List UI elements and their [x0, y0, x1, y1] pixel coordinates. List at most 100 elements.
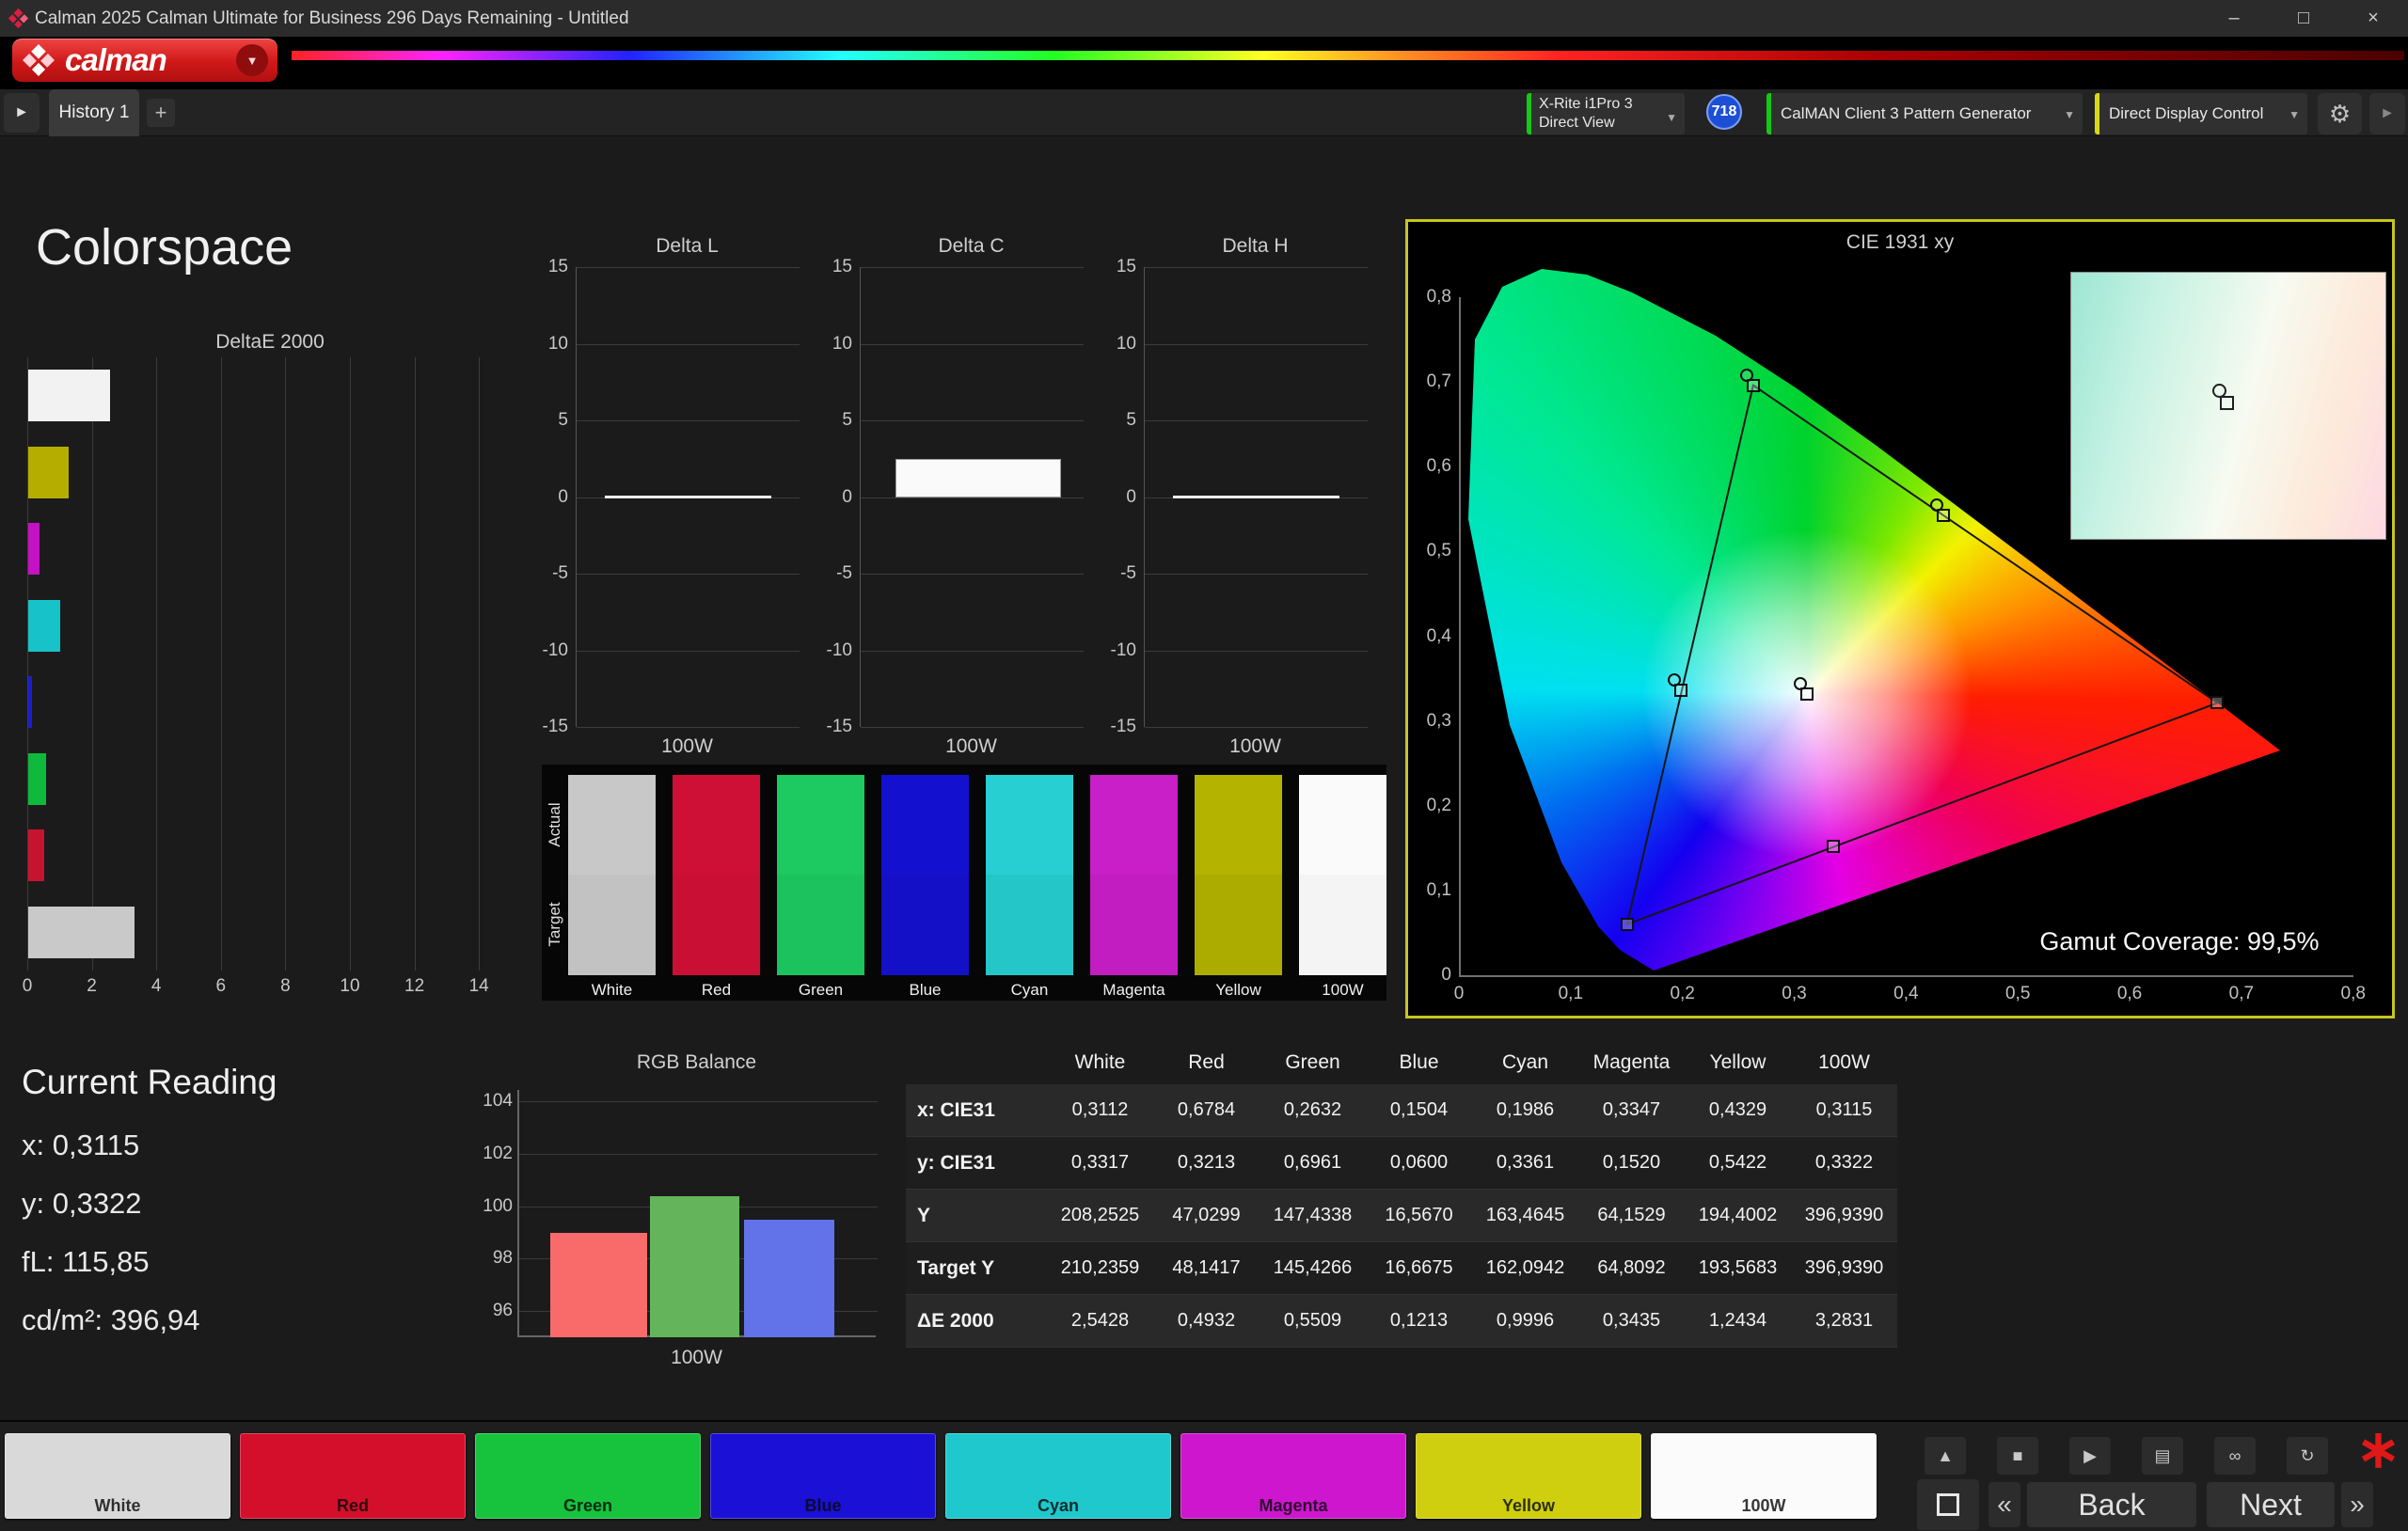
- swatch-actual-color: [568, 775, 656, 875]
- axis-tick-label: 10: [331, 976, 369, 997]
- meter-dropdown[interactable]: X-Rite i1Pro 3 Direct View ▼: [1527, 93, 1685, 134]
- deltae-2000-chart: DeltaE 2000 02468101214: [27, 331, 516, 1008]
- chart-plot-area: 02468101214: [27, 357, 513, 971]
- table-header-cell: Green: [1259, 1041, 1366, 1084]
- tab-history-1[interactable]: History 1: [49, 89, 139, 136]
- actual-row-label: Actual: [546, 782, 564, 867]
- axis-tick-label: 0,8: [2325, 984, 2382, 1004]
- swatch-label: Magenta: [1090, 981, 1178, 1000]
- pattern-button-white[interactable]: White: [5, 1433, 230, 1519]
- cie-1931-chart: CIE 1931 xy Gamut Coverage: 99,5% 00,10,…: [1405, 219, 2395, 1018]
- reading-y: y: 0,3322: [22, 1187, 277, 1221]
- actual-target-swatch-strip: Actual Target WhiteRedGreenBlueCyanMagen…: [542, 765, 1386, 1001]
- nav-panel-button[interactable]: ►: [4, 93, 40, 133]
- deltae-bar-red: [28, 829, 44, 881]
- window-controls: – □ ×: [2199, 0, 2408, 37]
- swatch-label: 100W: [1299, 981, 1386, 1000]
- swatch-target-color: [568, 875, 656, 975]
- table-cell: 16,6675: [1366, 1242, 1472, 1295]
- table-cell: 1,2434: [1685, 1295, 1791, 1348]
- pattern-button-magenta[interactable]: Magenta: [1180, 1433, 1406, 1519]
- deltae-bar-100w: [28, 907, 135, 958]
- save-button[interactable]: ▤: [2142, 1437, 2183, 1475]
- axis-label: 100W: [576, 735, 799, 758]
- settings-button[interactable]: ⚙: [2318, 93, 2362, 134]
- pattern-button-red[interactable]: Red: [240, 1433, 466, 1519]
- pattern-button-label: 100W: [1651, 1496, 1877, 1516]
- chart-title: Delta H: [1144, 235, 1367, 258]
- table-cell: 64,1529: [1578, 1190, 1685, 1242]
- meter-status-badge[interactable]: 718: [1706, 94, 1742, 130]
- unsaved-indicator-icon: ∗: [2356, 1418, 2400, 1480]
- table-cell: 64,8092: [1578, 1242, 1685, 1295]
- arrow-right-icon: ►: [2380, 105, 2395, 122]
- table-cell: 2,5428: [1047, 1295, 1153, 1348]
- table-cell: 0,3213: [1153, 1137, 1259, 1190]
- pattern-generator-dropdown[interactable]: CalMAN Client 3 Pattern Generator ▼: [1766, 93, 2083, 134]
- swatch-actual-color: [1299, 775, 1386, 875]
- back-button[interactable]: Back: [2027, 1482, 2196, 1527]
- collapse-panel-button[interactable]: ►: [2369, 93, 2405, 134]
- pattern-button-100w[interactable]: 100W: [1651, 1433, 1877, 1519]
- rgb-bar-green: [650, 1196, 739, 1337]
- pattern-button-label: Red: [240, 1496, 466, 1516]
- axis-tick-label: 0: [1431, 984, 1487, 1004]
- target-row-label: Target: [546, 882, 564, 967]
- pattern-button-green[interactable]: Green: [475, 1433, 701, 1519]
- pattern-button-label: Green: [475, 1496, 701, 1516]
- display-control-dropdown[interactable]: Direct Display Control ▼: [2095, 93, 2307, 134]
- table-cell: 147,4338: [1259, 1190, 1366, 1242]
- chevron-down-icon: ▼: [246, 54, 259, 68]
- stop-button[interactable]: ■: [1997, 1437, 2038, 1475]
- swatch-100w: 100W: [1299, 775, 1386, 1000]
- maximize-button[interactable]: □: [2269, 0, 2338, 37]
- reading-cdm2: cd/m²: 396,94: [22, 1303, 277, 1337]
- refresh-icon: ↻: [2300, 1446, 2314, 1466]
- swatch-label: Yellow: [1195, 981, 1282, 1000]
- close-button[interactable]: ×: [2338, 0, 2408, 37]
- gridline: [1145, 574, 1368, 575]
- pattern-button-yellow[interactable]: Yellow: [1416, 1433, 1641, 1519]
- add-tab-button[interactable]: +: [147, 99, 175, 127]
- axis-tick-label: 0,5: [1989, 984, 2046, 1004]
- table-cell: 0,1986: [1472, 1084, 1578, 1137]
- swatch-label: Red: [673, 981, 760, 1000]
- table-cell: 0,2632: [1259, 1084, 1366, 1137]
- pattern-button-cyan[interactable]: Cyan: [945, 1433, 1171, 1519]
- axis-tick-label: 0,4: [1877, 984, 1934, 1004]
- gridline: [1145, 344, 1368, 345]
- last-step-button[interactable]: »: [2341, 1482, 2373, 1527]
- chart-title: DeltaE 2000: [27, 331, 513, 354]
- swatch-actual-color: [777, 775, 864, 875]
- pattern-button-label: Yellow: [1416, 1496, 1641, 1516]
- axis-tick-label: -10: [820, 640, 852, 661]
- minimize-button[interactable]: –: [2199, 0, 2269, 37]
- axis-tick-label: 0,7: [2213, 984, 2270, 1004]
- axis-tick-label: 0,6: [2101, 984, 2158, 1004]
- refresh-button[interactable]: ↻: [2287, 1437, 2328, 1475]
- axis-tick-label: -10: [536, 640, 568, 661]
- loop-button[interactable]: ∞: [2214, 1437, 2256, 1475]
- gridline: [156, 357, 157, 971]
- axis-tick-label: 96: [475, 1301, 513, 1321]
- deltae-bar-green: [28, 753, 46, 805]
- pattern-window-button[interactable]: [1917, 1479, 1979, 1530]
- play-button[interactable]: ▶: [2069, 1437, 2111, 1475]
- next-button[interactable]: Next: [2207, 1482, 2335, 1527]
- page-title: Colorspace: [36, 218, 293, 276]
- calman-menu-dropdown[interactable]: ▼: [236, 44, 268, 76]
- gridline: [861, 420, 1084, 421]
- axis-tick-label: 0: [1410, 965, 1451, 986]
- axis-tick-label: 15: [1104, 257, 1136, 277]
- table-row-label: Target Y: [906, 1242, 1047, 1295]
- table-cell: 0,6784: [1153, 1084, 1259, 1137]
- calman-menu-button[interactable]: calman ▼: [12, 39, 277, 82]
- measurement-table: WhiteRedGreenBlueCyanMagentaYellow100Wx:…: [906, 1041, 1897, 1348]
- axis-tick-label: 104: [475, 1091, 513, 1112]
- deltae-bar-yellow: [28, 447, 69, 498]
- table-cell: 16,5670: [1366, 1190, 1472, 1242]
- delta-l-chart: Delta L 100W 151050-5-10-15: [536, 235, 809, 781]
- eject-button[interactable]: ▲: [1925, 1437, 1966, 1475]
- first-step-button[interactable]: «: [1988, 1482, 2020, 1527]
- pattern-button-blue[interactable]: Blue: [710, 1433, 936, 1519]
